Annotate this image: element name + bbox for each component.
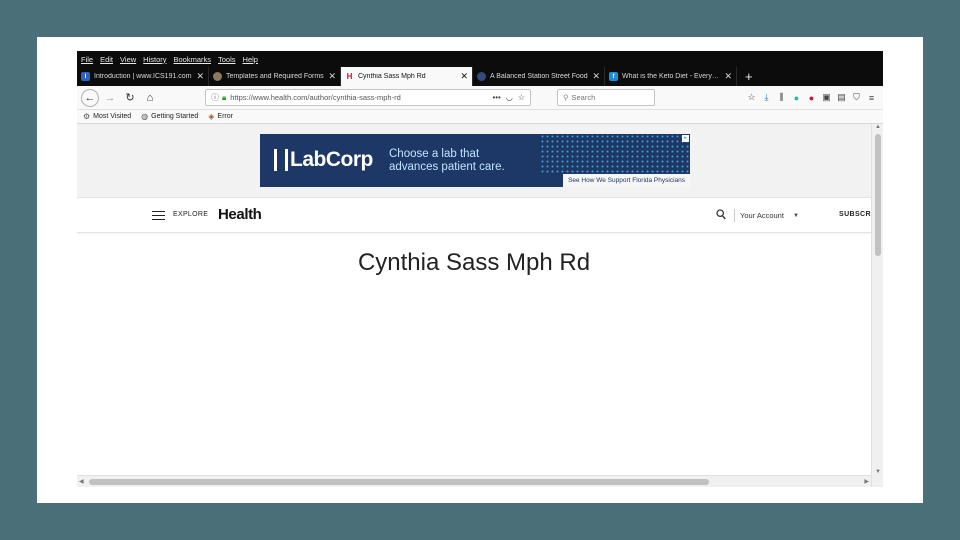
tab-title: Templates and Required Forms [226,73,324,80]
tab-keto-diet[interactable]: f What is the Keto Diet - Everything ✕ [605,67,737,86]
menu-edit[interactable]: Edit [100,55,113,64]
labcorp-mark-icon [274,149,288,171]
ad-brand: LabCorp [290,148,373,171]
library-icon[interactable]: ⫼ [774,92,789,103]
tab-title: What is the Keto Diet - Everything [622,73,721,80]
close-icon[interactable]: ✕ [328,71,336,82]
horizontal-scroll-thumb[interactable] [89,479,709,485]
vertical-scrollbar[interactable]: ▲ ▼ [871,124,883,487]
scroll-left-arrow-icon[interactable]: ◀ [79,478,84,485]
lock-icon: 🔒︎ [222,92,227,102]
account-label: Your Account [740,211,784,220]
gear-icon: ⚙ [83,112,91,121]
ad-strip: LabCorp Choose a lab that advances patie… [77,124,871,197]
bookmarks-toolbar: ⚙ Most Visited ◍ Getting Started ◈ Error [77,110,883,124]
reader-star-icon[interactable]: ☆ [744,92,759,103]
menu-help[interactable]: Help [243,55,258,64]
pocket-icon[interactable]: ◡ [506,93,513,102]
pinterest-icon[interactable]: ● [804,93,819,103]
close-icon[interactable]: ✕ [724,71,732,82]
tab-title: Introduction | www.ICS191.com [94,73,192,80]
navigation-toolbar: ← → ↻ ⌂ ⓘ 🔒︎ https://www.health.com/auth… [77,86,883,110]
screenshot-icon[interactable]: ▣ [819,92,834,103]
header-divider [734,209,735,222]
tab-balanced-station[interactable]: A Balanced Station Street Food ✕ [473,67,605,86]
shield-icon[interactable]: ⛉ [849,92,864,103]
search-icon[interactable] [716,209,726,221]
tab-strip: I Introduction | www.ICS191.com ✕ Templa… [77,67,883,86]
page-icon: ◈ [208,112,215,121]
ad-dot-pattern [540,134,690,174]
scroll-down-arrow-icon[interactable]: ▼ [872,469,883,475]
hamburger-menu-icon[interactable] [152,211,165,220]
ad-tagline: Choose a lab that advances patient care. [389,148,505,174]
page-content: LabCorp Choose a lab that advances patie… [77,124,883,487]
globe-icon: ◍ [141,112,149,121]
labcorp-ad-banner[interactable]: LabCorp Choose a lab that advances patie… [260,134,690,187]
tab-favicon-icon [213,72,222,81]
reload-icon[interactable]: ↻ [121,89,139,107]
toolbar-right: ☆ ⤓ ⫼ ● ● ▣ ▤ ⛉ ≡ [744,92,879,103]
menu-bookmarks[interactable]: Bookmarks [174,55,212,64]
health-logo[interactable]: Health [218,206,262,223]
ad-tagline-line-2: advances patient care. [389,161,505,173]
author-name-heading: Cynthia Sass Mph Rd [357,249,591,276]
container-icon[interactable]: ▤ [834,92,849,103]
tab-favicon-icon [477,72,486,81]
tab-title: Cynthia Sass Mph Rd [358,73,426,80]
tab-title: A Balanced Station Street Food [490,73,588,80]
bookmark-label: Error [217,113,233,120]
close-icon[interactable]: ✕ [592,71,600,82]
vertical-scroll-thumb[interactable] [875,134,881,256]
bookmark-label: Most Visited [93,113,132,120]
download-icon[interactable]: ⤓ [759,92,774,103]
site-header: EXPLORE Health Your Account ▼ SUBSCRI [77,197,873,233]
home-icon[interactable]: ⌂ [141,89,159,107]
bookmark-label: Getting Started [151,113,199,120]
ad-tagline-line-1: Choose a lab that [389,148,480,160]
tab-favicon-icon: f [609,72,618,81]
your-account-menu[interactable]: Your Account ▼ [740,211,799,220]
menu-hamburger-icon[interactable]: ≡ [864,93,879,103]
labcorp-logo: LabCorp [274,148,373,172]
back-arrow-icon[interactable]: ← [81,88,99,107]
ad-cta[interactable]: See How We Support Florida Physicians [563,174,690,187]
scroll-up-arrow-icon[interactable]: ▲ [872,124,883,130]
close-icon[interactable]: ✕ [196,71,204,82]
menu-tools[interactable]: Tools [218,55,236,64]
info-icon[interactable]: ⓘ [211,92,219,103]
menu-file[interactable]: File [81,55,93,64]
subscribe-link[interactable]: SUBSCRI [839,211,873,218]
chevron-down-icon: ▼ [792,212,799,219]
search-input[interactable] [571,93,652,102]
health-favicon-icon: H [346,72,353,81]
explore-link[interactable]: EXPLORE [173,211,208,218]
new-tab-plus-icon[interactable]: + [737,67,761,86]
tab-templates[interactable]: Templates and Required Forms ✕ [209,67,341,86]
close-icon[interactable]: ✕ [460,71,468,82]
url-text[interactable]: https://www.health.com/author/cynthia-sa… [230,93,487,102]
page-actions-icon[interactable]: ••• [492,93,500,102]
menu-view[interactable]: View [120,55,136,64]
slide-frame: File Edit View History Bookmarks Tools H… [37,37,923,503]
search-icon: ⚲ [563,93,569,102]
tab-introduction[interactable]: I Introduction | www.ICS191.com ✕ [77,67,209,86]
adchoices-icon[interactable]: ▸ [682,135,689,142]
menu-history[interactable]: History [143,55,166,64]
tab-cynthia-sass[interactable]: H Cynthia Sass Mph Rd ✕ [341,67,473,86]
forward-arrow-icon[interactable]: → [101,89,119,107]
bookmark-star-icon[interactable]: ☆ [518,93,525,102]
tab-favicon-icon: I [81,72,90,81]
search-bar[interactable]: ⚲ [557,89,655,106]
scroll-right-arrow-icon[interactable]: ▶ [864,478,869,485]
bookmark-error[interactable]: ◈ Error [208,112,233,121]
address-bar[interactable]: ⓘ 🔒︎ https://www.health.com/author/cynth… [205,89,531,106]
grammarly-icon[interactable]: ● [789,93,804,103]
bookmark-getting-started[interactable]: ◍ Getting Started [141,112,198,121]
menu-bar: File Edit View History Bookmarks Tools H… [77,51,883,67]
browser-window: File Edit View History Bookmarks Tools H… [77,51,883,487]
bookmark-most-visited[interactable]: ⚙ Most Visited [83,112,131,121]
horizontal-scrollbar[interactable]: ◀ ▶ [77,475,871,487]
